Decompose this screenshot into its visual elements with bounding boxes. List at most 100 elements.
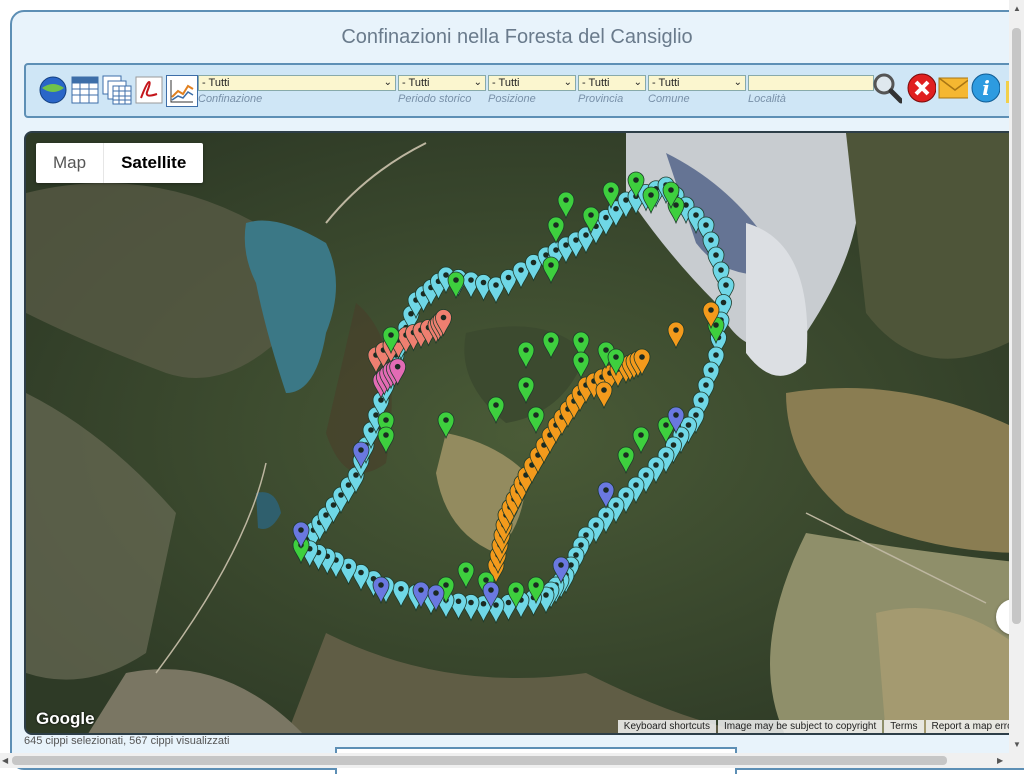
horizontal-scroll-thumb[interactable] xyxy=(12,756,947,765)
map-marker-dot xyxy=(505,599,512,606)
keyboard-shortcuts-link[interactable]: Keyboard shortcuts xyxy=(617,720,716,733)
map-marker-dot xyxy=(353,472,359,478)
map-marker-dot xyxy=(453,277,459,283)
map-marker-dot xyxy=(563,197,569,203)
map-marker-dot xyxy=(480,600,487,607)
map-marker-dot xyxy=(678,432,684,438)
map-marker-dot xyxy=(383,432,389,438)
localita-label: Località xyxy=(748,93,786,105)
map-marker-dot xyxy=(523,347,529,353)
map-marker-dot xyxy=(418,587,424,593)
table-icon[interactable] xyxy=(70,75,100,105)
map-marker-dot xyxy=(663,422,669,428)
map-marker-dot xyxy=(638,432,644,438)
mail-icon[interactable] xyxy=(938,73,968,103)
provincia-select[interactable]: - Tutti ⌄ xyxy=(578,75,646,91)
map-marker-dot xyxy=(463,567,469,573)
vertical-scrollbar[interactable]: ▲ ▼ xyxy=(1009,0,1024,768)
map-marker-dot xyxy=(583,532,589,538)
google-logo: Google xyxy=(36,709,95,728)
map-marker-dot xyxy=(593,522,599,528)
provincia-label: Provincia xyxy=(578,93,624,105)
map-marker-dot xyxy=(488,587,494,593)
map-marker-dot xyxy=(583,232,589,238)
map-marker-dot xyxy=(698,397,704,403)
map-marker-dot xyxy=(298,527,304,533)
map-marker-dot xyxy=(713,322,719,328)
map-marker-dot xyxy=(608,187,614,193)
map-marker-dot xyxy=(653,462,659,468)
map-marker-dot xyxy=(703,382,709,388)
periodo-select[interactable]: - Tutti ⌄ xyxy=(398,75,486,91)
localita-input[interactable] xyxy=(748,75,874,91)
google-earth-icon[interactable] xyxy=(38,75,68,105)
multi-table-icon[interactable] xyxy=(102,75,132,105)
map-marker-dot xyxy=(493,282,499,288)
map-marker-dot xyxy=(548,262,554,268)
map-marker-dot xyxy=(480,279,487,286)
map-marker-dot xyxy=(440,314,447,321)
status-text: 645 cippi selezionati, 567 cippi visuali… xyxy=(24,735,230,747)
map-type-control: Map Satellite xyxy=(36,143,204,183)
map-marker-dot xyxy=(603,487,609,493)
map-marker-dot xyxy=(693,212,699,218)
map-marker-dot xyxy=(553,222,559,228)
map-marker-dot xyxy=(533,582,539,588)
satellite-button[interactable]: Satellite xyxy=(103,143,203,183)
map-marker-dot xyxy=(673,412,679,418)
map-marker-dot xyxy=(543,252,549,258)
clear-icon[interactable] xyxy=(906,73,936,103)
map-marker-dot xyxy=(713,352,719,358)
map-marker-dot xyxy=(633,482,639,488)
scroll-right-icon[interactable]: ▶ xyxy=(997,756,1003,765)
map-marker-dot xyxy=(713,252,719,258)
map-marker-dot xyxy=(455,598,462,605)
search-icon[interactable] xyxy=(872,73,902,104)
scroll-up-icon[interactable]: ▲ xyxy=(1013,4,1021,13)
map[interactable]: Map Satellite Google Keyboard shortcuts … xyxy=(24,131,1024,735)
map-marker-dot xyxy=(443,417,449,423)
map-marker-dot xyxy=(639,354,645,360)
pdf-icon[interactable] xyxy=(134,75,164,105)
periodo-label: Periodo storico xyxy=(398,93,472,105)
info-icon[interactable]: i xyxy=(970,73,1000,103)
map-marker-dot xyxy=(723,282,729,288)
vertical-scroll-thumb[interactable] xyxy=(1012,28,1021,624)
horizontal-scrollbar[interactable]: ◀ ▶ xyxy=(0,753,1009,768)
map-marker-dot xyxy=(693,412,699,418)
map-marker-dot xyxy=(648,192,654,198)
page-title: Confinazioni nella Foresta del Cansiglio xyxy=(341,26,693,48)
map-marker-dot xyxy=(433,590,439,596)
report-error-link[interactable]: Report a map error xyxy=(925,720,1022,733)
map-marker-dot xyxy=(573,237,579,243)
map-marker-dot xyxy=(358,569,364,576)
map-button[interactable]: Map xyxy=(36,143,103,183)
terms-link[interactable]: Terms xyxy=(884,720,924,733)
confinazione-select[interactable]: - Tutti ⌄ xyxy=(198,75,396,91)
map-marker-dot xyxy=(673,202,679,208)
scroll-left-icon[interactable]: ◀ xyxy=(2,756,8,765)
map-marker-dot xyxy=(673,327,679,333)
map-marker-dot xyxy=(383,417,389,423)
chart-icon[interactable] xyxy=(166,75,198,107)
map-marker-dot xyxy=(578,337,584,343)
map-marker-dot xyxy=(378,582,384,588)
map-marker-dot xyxy=(623,452,629,458)
map-marker-dot xyxy=(578,542,584,548)
map-attribution: Keyboard shortcuts Image may be subject … xyxy=(616,720,1022,733)
map-marker-dot xyxy=(443,272,449,278)
map-marker-dot xyxy=(483,577,489,583)
map-marker-dot xyxy=(548,337,554,343)
comune-label: Comune xyxy=(648,93,690,105)
posizione-select[interactable]: - Tutti ⌄ xyxy=(488,75,576,91)
map-marker-dot xyxy=(703,222,709,228)
map-marker-dot xyxy=(468,277,474,283)
comune-select[interactable]: - Tutti ⌄ xyxy=(648,75,746,91)
map-marker-dot xyxy=(388,332,394,338)
scroll-down-icon[interactable]: ▼ xyxy=(1013,740,1021,749)
map-marker-dot xyxy=(443,582,449,588)
map-marker-dot xyxy=(720,299,727,306)
map-marker-dot xyxy=(643,472,649,478)
map-marker-dot xyxy=(398,585,404,592)
map-marker-dot xyxy=(563,242,569,248)
